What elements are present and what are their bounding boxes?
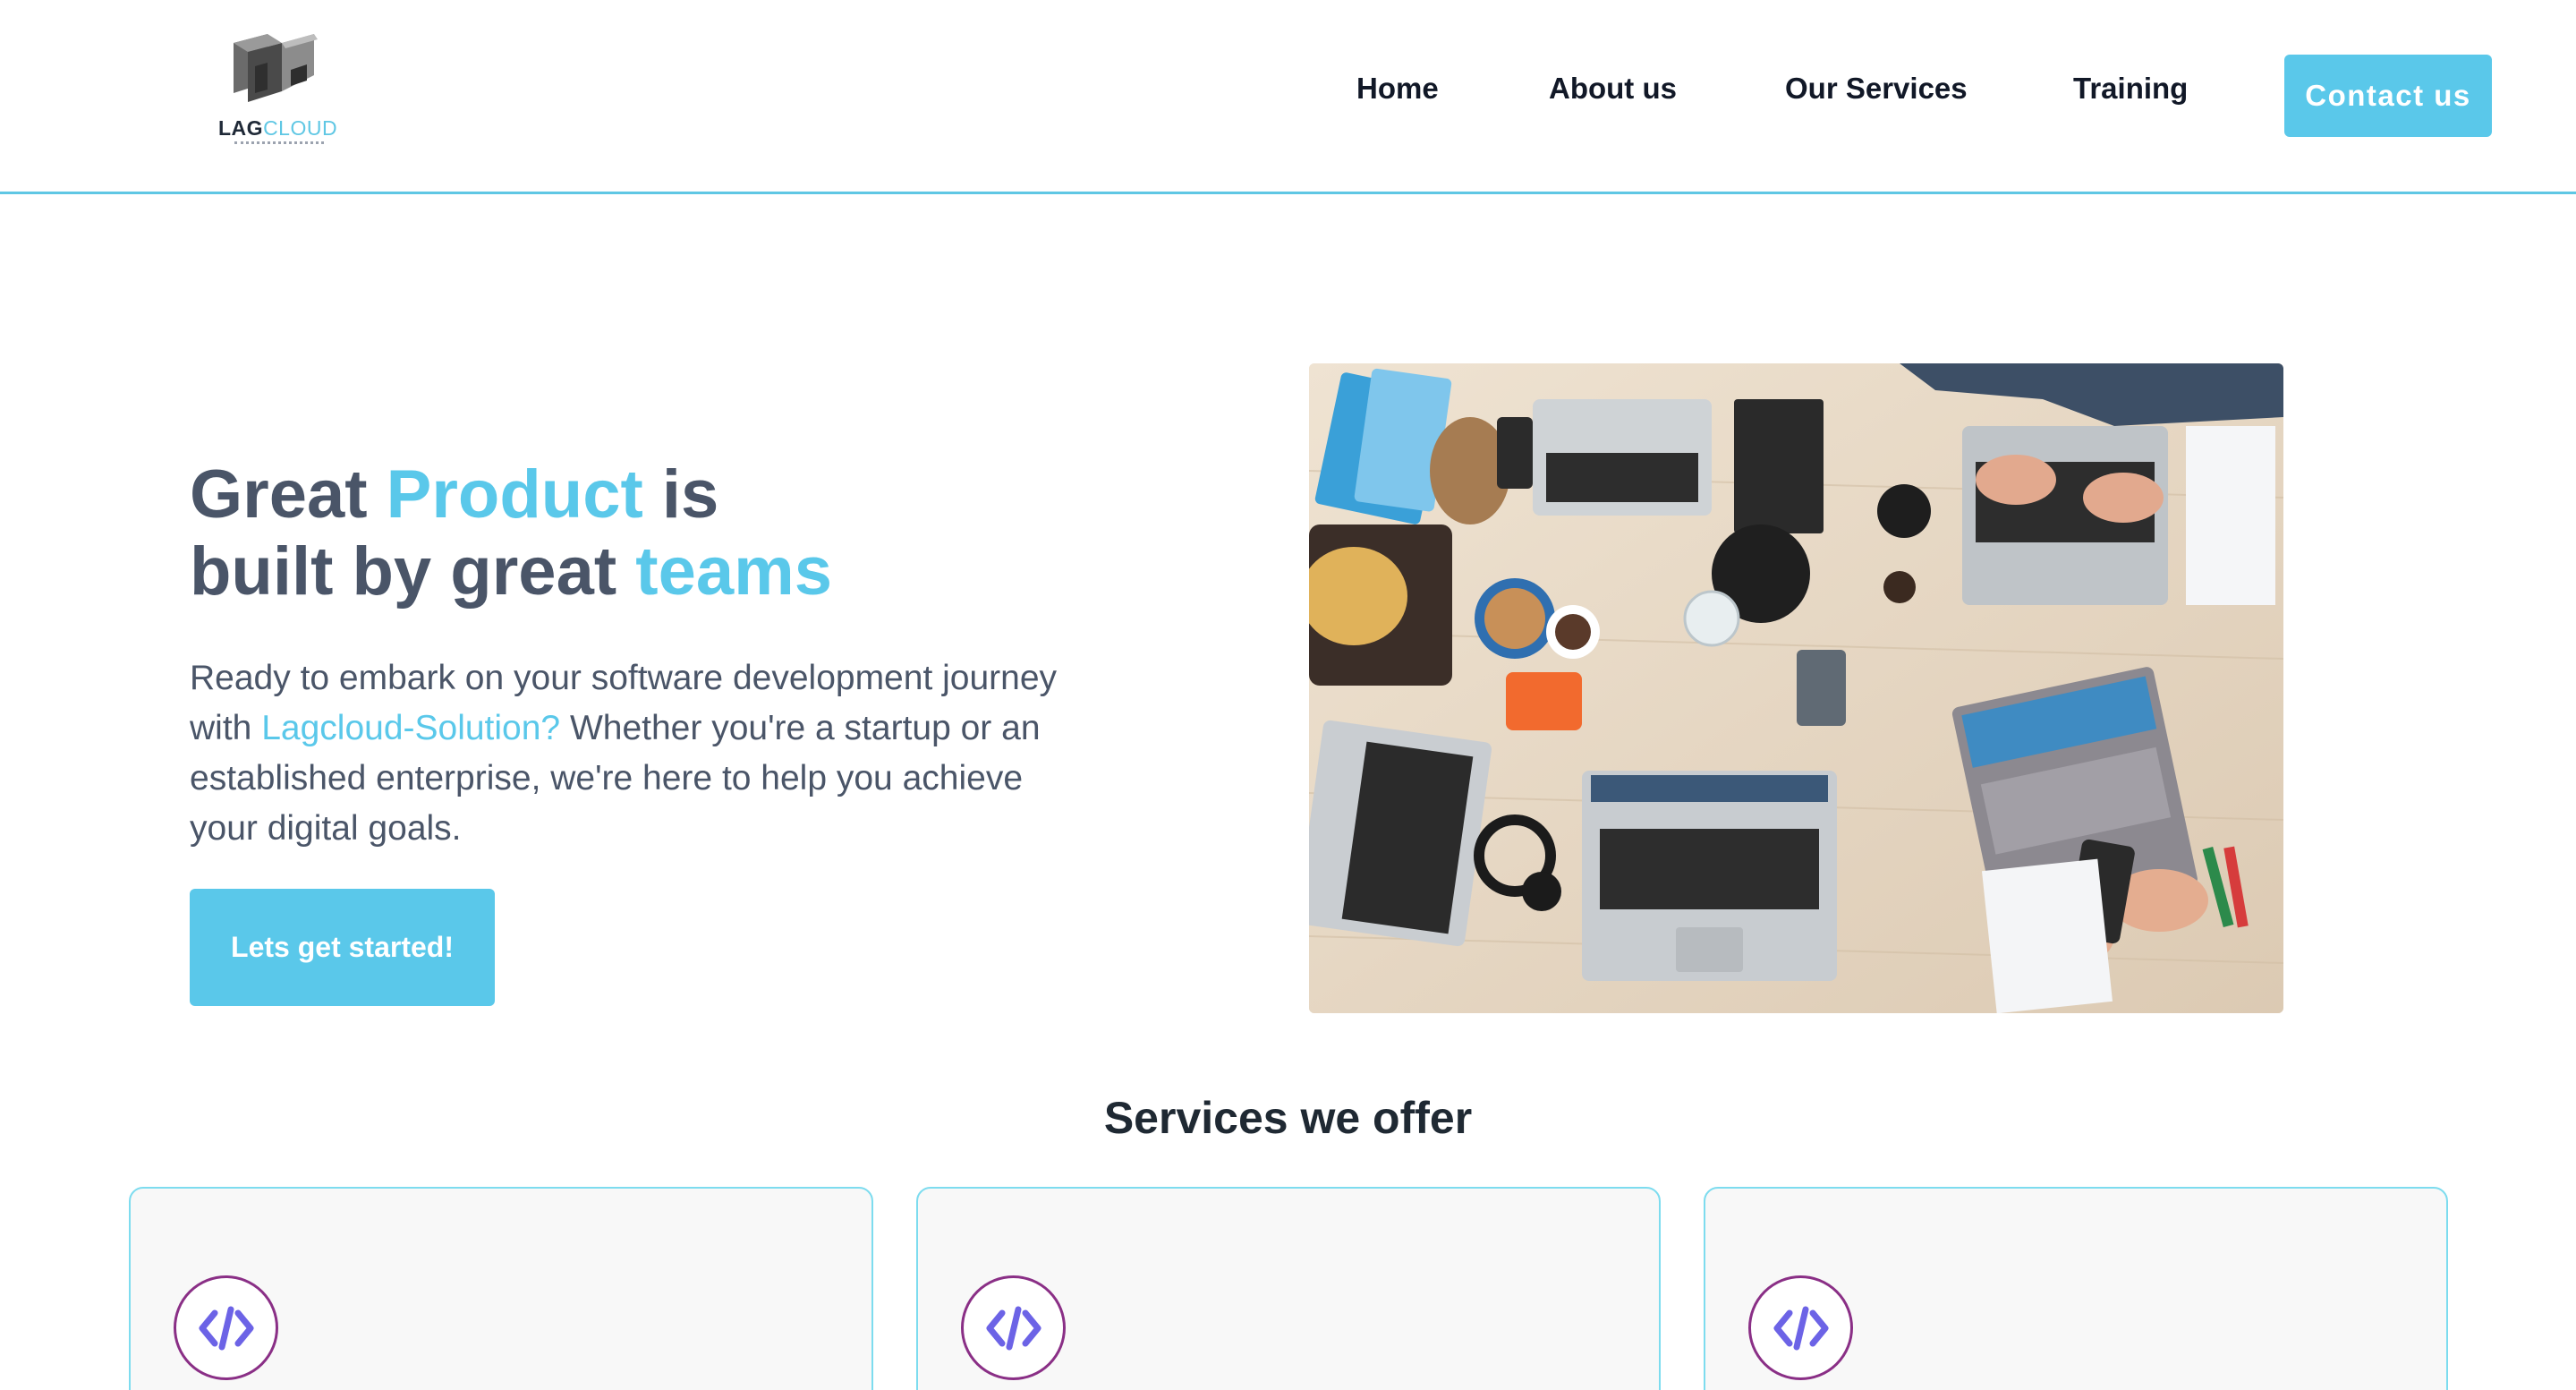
get-started-button[interactable]: Lets get started! <box>190 889 495 1006</box>
code-icon <box>961 1275 1066 1380</box>
nav-about-us[interactable]: About us <box>1549 72 1677 106</box>
nav-our-services[interactable]: Our Services <box>1785 72 1968 106</box>
hero-title-highlight: teams <box>635 533 832 610</box>
hero-title-text: built by great <box>190 533 636 610</box>
services-heading: Services we offer <box>1103 1093 1473 1143</box>
hero-title-text: is <box>642 456 719 533</box>
hero-title-text: Great <box>190 456 387 533</box>
service-card[interactable] <box>129 1187 873 1390</box>
logo-wordmark: LAGCLOUD <box>218 116 338 140</box>
logo-tagline-dots <box>234 141 324 144</box>
contact-us-button[interactable]: Contact us <box>2284 55 2492 137</box>
nav-home[interactable]: Home <box>1356 72 1439 106</box>
hero-description: Ready to embark on your software develop… <box>190 653 1084 854</box>
site-header: LAGCLOUD Home About us Our Services Trai… <box>0 0 2576 194</box>
logo-cube-icon <box>234 34 318 102</box>
lagcloud-solution-link[interactable]: Lagcloud-Solution? <box>261 709 560 747</box>
code-icon <box>174 1275 278 1380</box>
nav-training[interactable]: Training <box>2073 72 2188 106</box>
service-card[interactable] <box>1704 1187 2448 1390</box>
hero-title-highlight: Product <box>386 456 643 533</box>
code-icon <box>1748 1275 1853 1380</box>
service-card[interactable] <box>916 1187 1661 1390</box>
hero-title: Great Product is built by great teams <box>190 456 832 610</box>
lagcloud-logo[interactable]: LAGCLOUD <box>215 27 338 152</box>
team-workspace-image <box>1309 363 2283 1013</box>
